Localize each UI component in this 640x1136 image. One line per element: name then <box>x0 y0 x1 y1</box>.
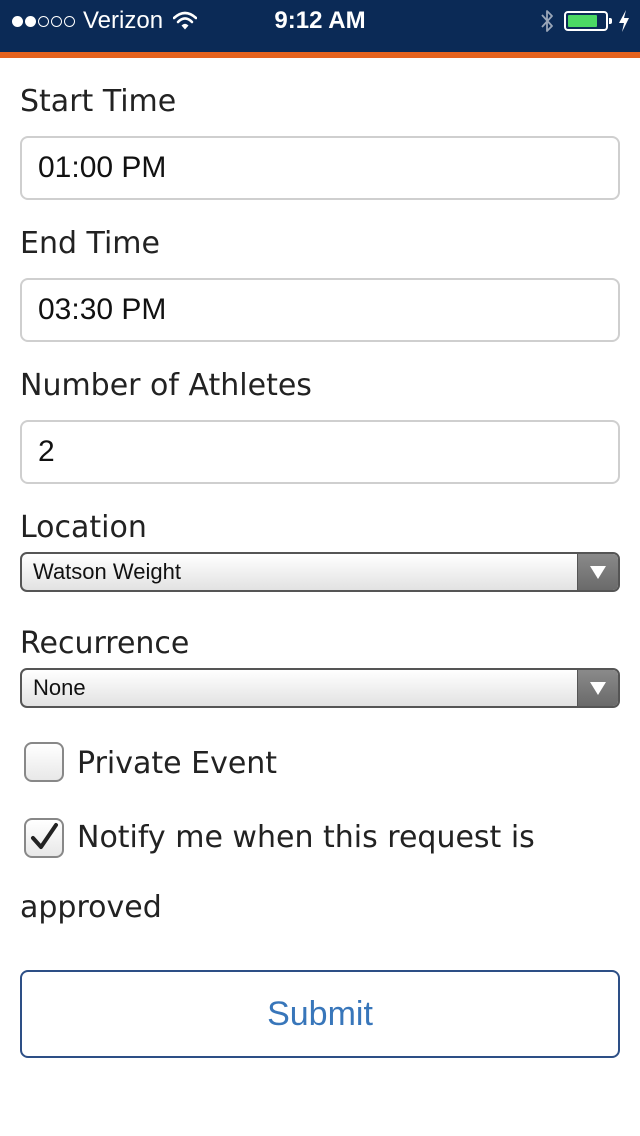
location-selected-value: Watson Weight <box>33 559 181 584</box>
athletes-count-input[interactable] <box>20 420 620 484</box>
chevron-down-icon <box>590 681 606 695</box>
start-time-label: Start Time <box>20 84 177 119</box>
battery-tip <box>609 18 612 24</box>
submit-button[interactable]: Submit <box>20 970 620 1058</box>
recurrence-selected-value: None <box>33 675 86 700</box>
end-time-label: End Time <box>20 226 160 261</box>
location-select[interactable]: Watson Weight <box>20 552 620 592</box>
recurrence-dropdown-button[interactable] <box>577 670 618 706</box>
battery-level-fill <box>568 15 597 27</box>
event-request-form: Start Time End Time Number of Athletes L… <box>20 58 620 1058</box>
checkmark-icon <box>31 823 58 849</box>
chevron-down-icon <box>590 565 606 579</box>
status-right <box>540 8 630 34</box>
private-event-label: Private Event <box>77 746 278 781</box>
bluetooth-icon <box>541 10 553 32</box>
private-event-row[interactable]: Private Event <box>20 734 620 804</box>
charging-bolt-icon <box>619 10 629 32</box>
recurrence-select[interactable]: None <box>20 668 620 708</box>
start-time-input[interactable] <box>20 136 620 200</box>
athletes-label: Number of Athletes <box>20 368 312 403</box>
notify-row[interactable]: Notify me when this request is approved <box>20 810 620 948</box>
recurrence-label: Recurrence <box>20 626 190 661</box>
location-label: Location <box>20 510 147 545</box>
end-time-input[interactable] <box>20 278 620 342</box>
private-event-checkbox[interactable] <box>24 742 64 782</box>
status-bar: Verizon 9:12 AM <box>0 0 640 52</box>
location-dropdown-button[interactable] <box>577 554 618 590</box>
notify-label: Notify me when this request is approved <box>20 820 535 925</box>
notify-checkbox[interactable] <box>24 818 64 858</box>
battery-icon <box>564 11 612 31</box>
